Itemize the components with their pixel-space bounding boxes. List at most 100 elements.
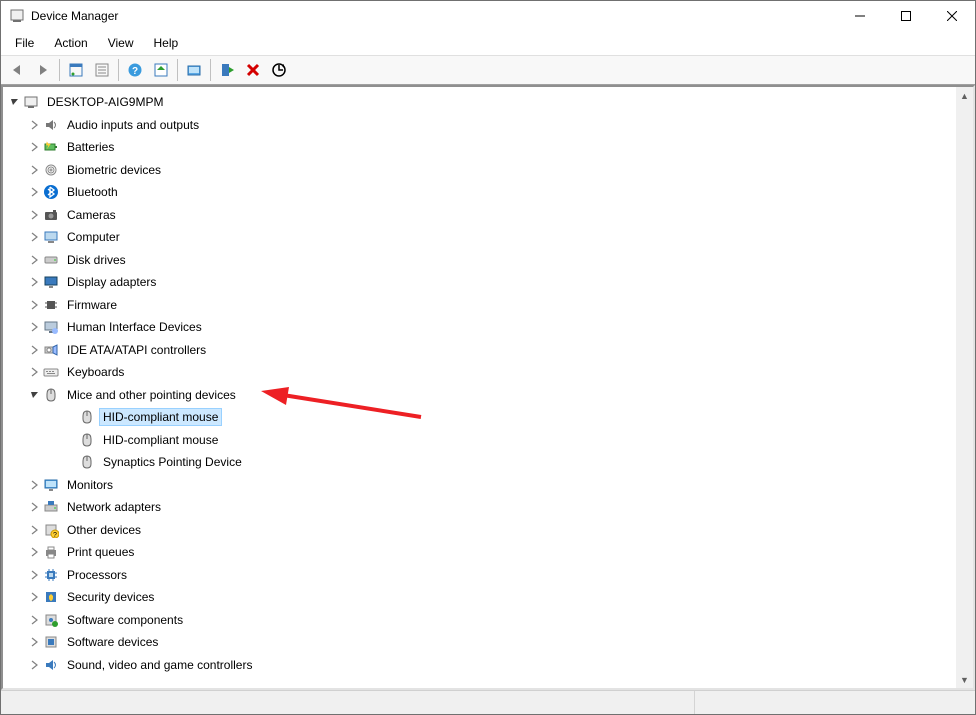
monitor-icon [43, 477, 59, 493]
scroll-up-button[interactable]: ▲ [956, 87, 973, 104]
events-button[interactable] [149, 58, 173, 82]
chevron-right-icon[interactable] [27, 499, 43, 515]
chevron-right-icon[interactable] [27, 657, 43, 673]
tree-node-diskdrives[interactable]: Disk drives [3, 249, 973, 272]
properties-button[interactable] [64, 58, 88, 82]
tree-node-label: Keyboards [63, 363, 128, 381]
update-driver-button[interactable] [182, 58, 206, 82]
close-button[interactable] [929, 1, 975, 31]
chevron-right-icon[interactable] [27, 229, 43, 245]
maximize-button[interactable] [883, 1, 929, 31]
enable-device-button[interactable] [215, 58, 239, 82]
scroll-thumb[interactable] [956, 104, 973, 624]
tree-node-biometric[interactable]: Biometric devices [3, 159, 973, 182]
tree-node-swcomp[interactable]: Software components [3, 609, 973, 632]
tree-node-mice[interactable]: Mice and other pointing devices [3, 384, 973, 407]
tree-node-swdev[interactable]: Software devices [3, 631, 973, 654]
back-button[interactable] [5, 58, 29, 82]
cpu-icon [43, 567, 59, 583]
tree-node-network[interactable]: Network adapters [3, 496, 973, 519]
tree-node-syn[interactable]: Synaptics Pointing Device [3, 451, 973, 474]
tree-node-security[interactable]: Security devices [3, 586, 973, 609]
tree-node-hid[interactable]: Human Interface Devices [3, 316, 973, 339]
tree-node-print[interactable]: Print queues [3, 541, 973, 564]
tree-node-audio[interactable]: Audio inputs and outputs [3, 114, 973, 137]
chevron-right-icon[interactable] [27, 207, 43, 223]
tree-node-monitors[interactable]: Monitors [3, 474, 973, 497]
device-tree[interactable]: DESKTOP-AIG9MPM Audio inputs and outputs B… [3, 87, 973, 688]
hid-icon [43, 319, 59, 335]
tree-node-label: Display adapters [63, 273, 160, 291]
tree-node-bluetooth[interactable]: Bluetooth [3, 181, 973, 204]
tree-node-label: Computer [63, 228, 124, 246]
minimize-button[interactable] [837, 1, 883, 31]
chevron-right-icon[interactable] [27, 567, 43, 583]
menu-view[interactable]: View [98, 33, 144, 53]
tree-node-other[interactable]: ?Other devices [3, 519, 973, 542]
menu-file[interactable]: File [5, 33, 44, 53]
tree-node-label: Print queues [63, 543, 138, 561]
mouse-icon [79, 432, 95, 448]
chevron-right-icon[interactable] [27, 139, 43, 155]
battery-icon [43, 139, 59, 155]
chevron-right-icon[interactable] [27, 544, 43, 560]
help-button[interactable]: ? [123, 58, 147, 82]
chevron-right-icon[interactable] [27, 612, 43, 628]
uninstall-device-button[interactable] [241, 58, 265, 82]
scroll-down-button[interactable]: ▼ [956, 671, 973, 688]
swcomp-icon [43, 612, 59, 628]
chevron-right-icon[interactable] [27, 252, 43, 268]
chevron-right-icon[interactable] [27, 634, 43, 650]
speaker-icon [43, 117, 59, 133]
toolbar-separator [210, 59, 211, 81]
chevron-right-icon[interactable] [27, 184, 43, 200]
tree-node-label: Synaptics Pointing Device [99, 453, 246, 471]
vertical-scrollbar[interactable]: ▲ ▼ [956, 87, 973, 688]
tree-node-cameras[interactable]: Cameras [3, 204, 973, 227]
tree-node-keyboards[interactable]: Keyboards [3, 361, 973, 384]
chevron-right-icon[interactable] [27, 297, 43, 313]
chevron-right-icon[interactable] [27, 589, 43, 605]
chip-icon [43, 297, 59, 313]
scan-hardware-button[interactable] [267, 58, 291, 82]
fingerprint-icon [43, 162, 59, 178]
tree-node-label: Audio inputs and outputs [63, 116, 203, 134]
tree-node-label: Sound, video and game controllers [63, 656, 256, 674]
menu-action[interactable]: Action [44, 33, 97, 53]
chevron-right-icon[interactable] [27, 274, 43, 290]
swdev-icon [43, 634, 59, 650]
tree-node-ide[interactable]: IDE ATA/ATAPI controllers [3, 339, 973, 362]
chevron-right-icon[interactable] [27, 162, 43, 178]
tree-node-mouse1[interactable]: HID-compliant mouse [3, 406, 973, 429]
forward-button[interactable] [31, 58, 55, 82]
chevron-right-icon[interactable] [27, 342, 43, 358]
display-icon [43, 274, 59, 290]
network-icon [43, 499, 59, 515]
tree-node-batteries[interactable]: Batteries [3, 136, 973, 159]
chevron-right-icon[interactable] [27, 477, 43, 493]
chevron-right-icon[interactable] [27, 522, 43, 538]
chevron-right-icon[interactable] [27, 117, 43, 133]
tree-node-processors[interactable]: Processors [3, 564, 973, 587]
tree-root[interactable]: DESKTOP-AIG9MPM [3, 91, 973, 114]
tree-node-computer[interactable]: Computer [3, 226, 973, 249]
tree-node-display[interactable]: Display adapters [3, 271, 973, 294]
tree-node-mouse2[interactable]: HID-compliant mouse [3, 429, 973, 452]
show-hidden-button[interactable] [90, 58, 114, 82]
tree-node-sound[interactable]: Sound, video and game controllers [3, 654, 973, 677]
tree-node-label: Bluetooth [63, 183, 122, 201]
tree-node-label: Other devices [63, 521, 145, 539]
svg-text:?: ? [132, 66, 138, 77]
tree-node-label: HID-compliant mouse [99, 431, 222, 449]
menu-help[interactable]: Help [144, 33, 189, 53]
chevron-right-icon[interactable] [27, 319, 43, 335]
toolbar: ? [1, 55, 975, 85]
chevron-right-icon[interactable] [27, 364, 43, 380]
tree-node-label: Processors [63, 566, 131, 584]
expander-empty [47, 432, 79, 448]
chevron-down-icon[interactable] [27, 387, 43, 403]
sound-icon [43, 657, 59, 673]
tree-node-firmware[interactable]: Firmware [3, 294, 973, 317]
chevron-down-icon[interactable] [7, 94, 23, 110]
device-manager-window: Device Manager File Action View Help ? D… [0, 0, 976, 715]
